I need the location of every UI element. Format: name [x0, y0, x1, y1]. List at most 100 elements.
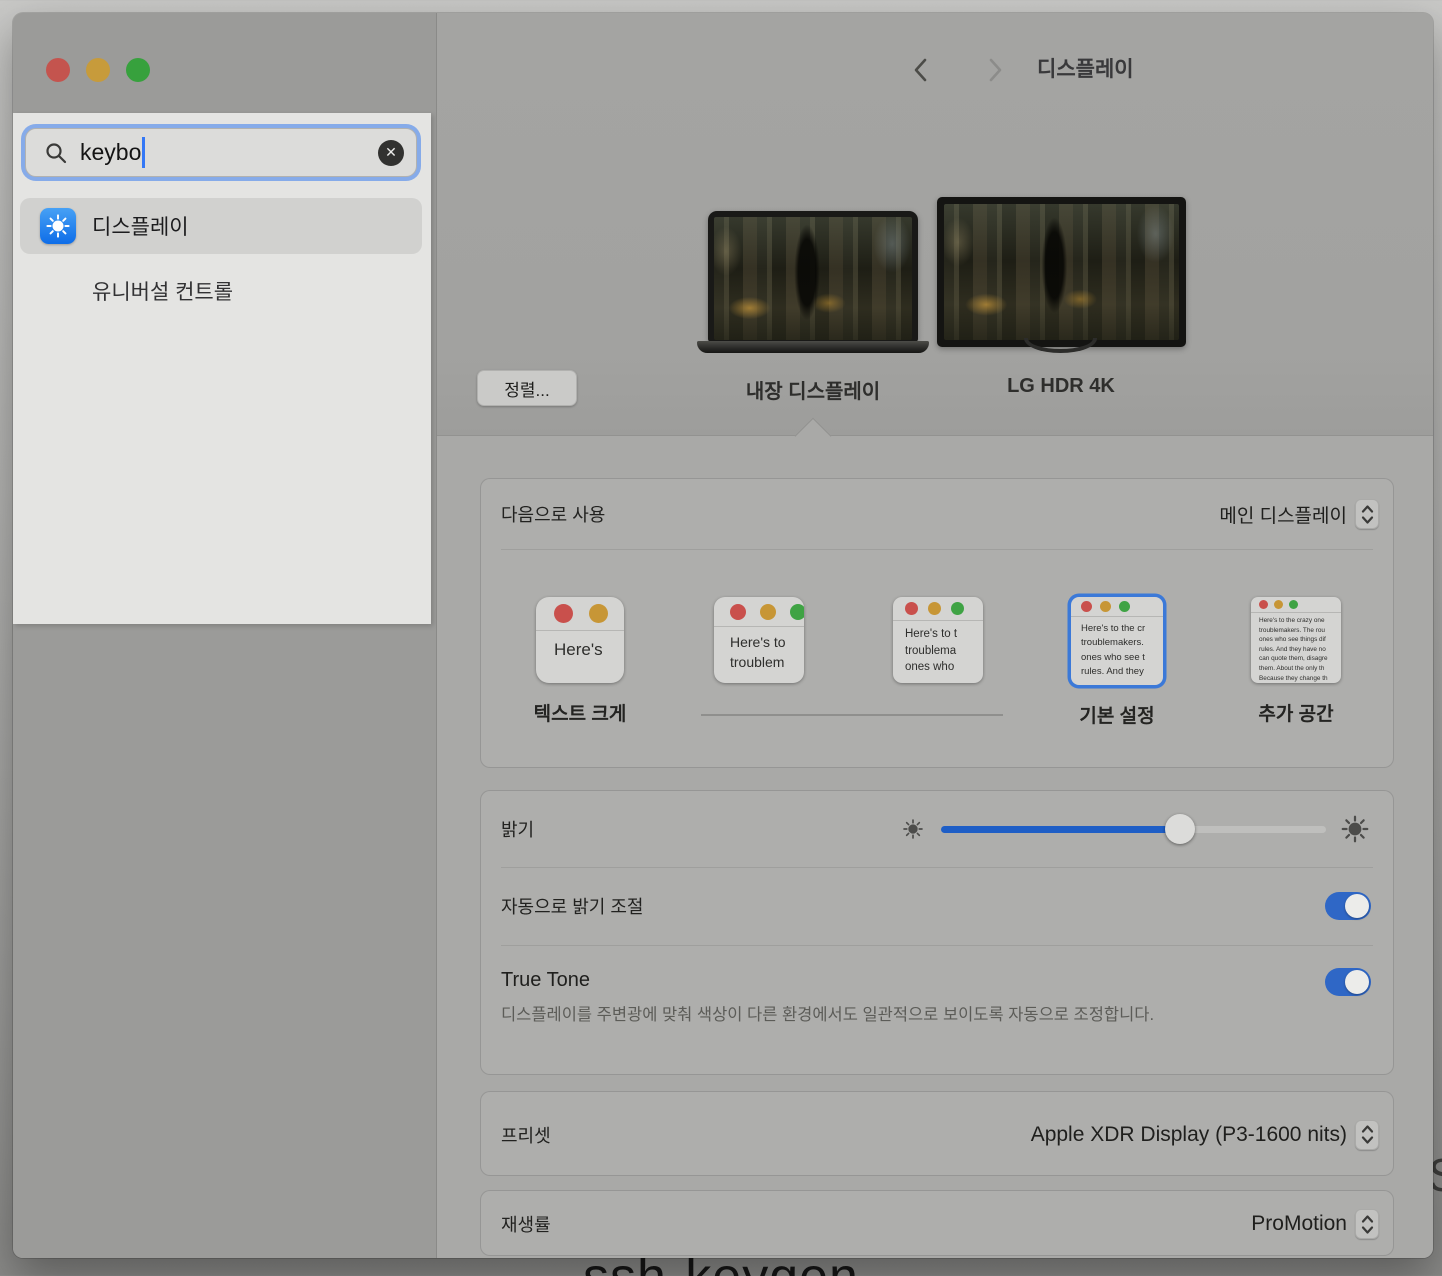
forward-button[interactable]	[980, 56, 1008, 84]
section-divider	[437, 435, 1433, 436]
mini-zoom-dot	[951, 602, 964, 615]
preset-dropdown[interactable]	[1355, 1120, 1379, 1150]
refresh-rate-card: 재생률 ProMotion	[480, 1190, 1394, 1256]
scaling-option-2[interactable]: Here's to troublem	[684, 597, 834, 723]
chevron-up-down-icon	[1358, 1121, 1377, 1148]
page-title: 디스플레이	[1037, 55, 1134, 85]
search-result-label: 디스플레이	[92, 211, 189, 241]
brightness-low-icon	[902, 818, 924, 840]
search-result-label: 유니버설 컨트롤	[92, 276, 233, 306]
scaling-option-label: 기본 설정	[1042, 701, 1192, 725]
mini-close-dot	[730, 604, 746, 620]
brightness-card: 밝기 자동으로 밝기 조절 True Tone 디스플레이를 주변광에 맞춰 색…	[480, 790, 1394, 1075]
preview-text: rules. And they have no	[1259, 645, 1341, 655]
preview-text: Here's to	[730, 633, 804, 653]
system-settings-window: keybo ✕ 디스플레이 유니버설 컨트롤	[13, 13, 1433, 1258]
builtin-display-label: 내장 디스플레이	[693, 375, 933, 404]
toggle-knob	[1345, 970, 1369, 994]
true-tone-toggle[interactable]	[1325, 968, 1371, 996]
scaling-option-label	[863, 699, 1013, 723]
search-results-panel: keybo ✕ 디스플레이 유니버설 컨트롤	[13, 113, 431, 624]
display-brightness-icon	[40, 208, 76, 244]
preview-text: rules. And they	[1081, 665, 1163, 679]
external-display-thumbnail[interactable]	[937, 197, 1186, 347]
scaling-option-more-space[interactable]: Here's to the crazy one troublemakers. T…	[1221, 597, 1371, 723]
scaling-preview: Here's to troublem	[714, 597, 804, 683]
refresh-rate-dropdown[interactable]	[1355, 1209, 1379, 1239]
mini-zoom-dot	[1289, 600, 1298, 609]
preview-text: Here's to the crazy one	[1259, 616, 1341, 626]
mini-minimize-dot	[589, 604, 608, 623]
builtin-display-thumbnail[interactable]	[708, 211, 918, 342]
mini-close-dot	[1259, 600, 1268, 609]
use-as-value: 메인 디스플레이	[1219, 501, 1347, 528]
preview-text: can quote them, disagre	[1259, 654, 1341, 664]
mini-minimize-dot	[1274, 600, 1283, 609]
close-window-button[interactable]	[46, 58, 70, 82]
arrange-button[interactable]: 정렬...	[477, 370, 577, 406]
preview-text: Here's to the cr	[1081, 622, 1163, 636]
use-as-dropdown[interactable]	[1355, 499, 1379, 529]
row-divider	[501, 945, 1373, 946]
external-display-label: LG HDR 4K	[941, 375, 1181, 398]
preset-value: Apple XDR Display (P3-1600 nits)	[1031, 1123, 1347, 1147]
chevron-up-down-icon	[1358, 1211, 1377, 1238]
scaling-preview: Here's to t troublema ones who	[893, 597, 983, 683]
use-as-label: 다음으로 사용	[501, 501, 605, 527]
preview-text: troublem	[730, 653, 804, 673]
mini-close-dot	[905, 602, 918, 615]
preview-text: Because they change th	[1259, 674, 1341, 683]
text-caret	[142, 137, 145, 168]
brightness-slider-fill	[941, 826, 1180, 833]
preview-text: Here's	[554, 639, 624, 662]
wallpaper-preview	[714, 217, 912, 340]
mini-minimize-dot	[928, 602, 941, 615]
chevron-up-down-icon	[1358, 501, 1377, 528]
brightness-high-icon	[1340, 814, 1370, 844]
mini-minimize-dot	[1100, 601, 1111, 612]
minimize-window-button[interactable]	[86, 58, 110, 82]
back-button[interactable]	[908, 56, 936, 84]
preset-card: 프리셋 Apple XDR Display (P3-1600 nits)	[480, 1091, 1394, 1176]
brightness-label: 밝기	[501, 816, 534, 842]
preview-text: Here's to t	[905, 626, 983, 643]
scaling-preview: Here's to the crazy one troublemakers. T…	[1251, 597, 1341, 683]
preview-text: troublema	[905, 643, 983, 660]
scaling-option-default[interactable]: Here's to the cr troublemakers. ones who…	[1042, 597, 1192, 725]
preview-text: them. About the only th	[1259, 664, 1341, 674]
zoom-window-button[interactable]	[126, 58, 150, 82]
true-tone-description: 디스플레이를 주변광에 맞춰 색상이 다른 환경에서도 일관적으로 보이도록 자…	[501, 1001, 1246, 1029]
scaling-option-label: 추가 공간	[1221, 699, 1371, 723]
preview-text: ones who see things dif	[1259, 635, 1341, 645]
mini-zoom-dot	[790, 604, 804, 620]
search-result-displays[interactable]: 디스플레이	[20, 198, 422, 254]
scaling-preview: Here's	[536, 597, 624, 683]
search-input-value[interactable]: keybo	[80, 139, 141, 166]
auto-brightness-toggle[interactable]	[1325, 892, 1371, 920]
search-input[interactable]: keybo ✕	[21, 124, 421, 181]
scaling-option-larger-text[interactable]: Here's 텍스트 크게	[505, 597, 655, 723]
true-tone-label: True Tone	[501, 969, 590, 992]
laptop-base	[697, 341, 929, 353]
preview-text: troublemakers.	[1081, 636, 1163, 650]
scaling-option-label: 텍스트 크게	[505, 699, 655, 723]
preview-text: ones who	[905, 659, 983, 676]
clear-icon: ✕	[385, 144, 397, 161]
brightness-slider[interactable]	[941, 826, 1326, 833]
search-result-universal-control[interactable]: 유니버설 컨트롤	[20, 269, 422, 313]
scaling-option-label	[684, 699, 834, 723]
preview-text: ones who see t	[1081, 651, 1163, 665]
mini-minimize-dot	[760, 604, 776, 620]
display-settings-card: 다음으로 사용 메인 디스플레이 Here's 텍스트 크게 Here's	[480, 478, 1394, 768]
auto-brightness-label: 자동으로 밝기 조절	[501, 893, 643, 919]
mini-close-dot	[554, 604, 573, 623]
refresh-rate-value: ProMotion	[1251, 1212, 1347, 1236]
refresh-rate-label: 재생률	[501, 1211, 551, 1237]
main-content: 디스플레이 내장 디스플레이 LG HDR 4K 정렬... 다음으로 사용 메…	[437, 13, 1433, 1258]
scaling-option-3[interactable]: Here's to t troublema ones who	[863, 597, 1013, 723]
clear-search-button[interactable]: ✕	[378, 140, 404, 166]
brightness-slider-thumb[interactable]	[1165, 814, 1195, 844]
mini-zoom-dot	[1119, 601, 1130, 612]
row-divider	[501, 549, 1373, 550]
scaling-tick-line	[701, 714, 1003, 716]
